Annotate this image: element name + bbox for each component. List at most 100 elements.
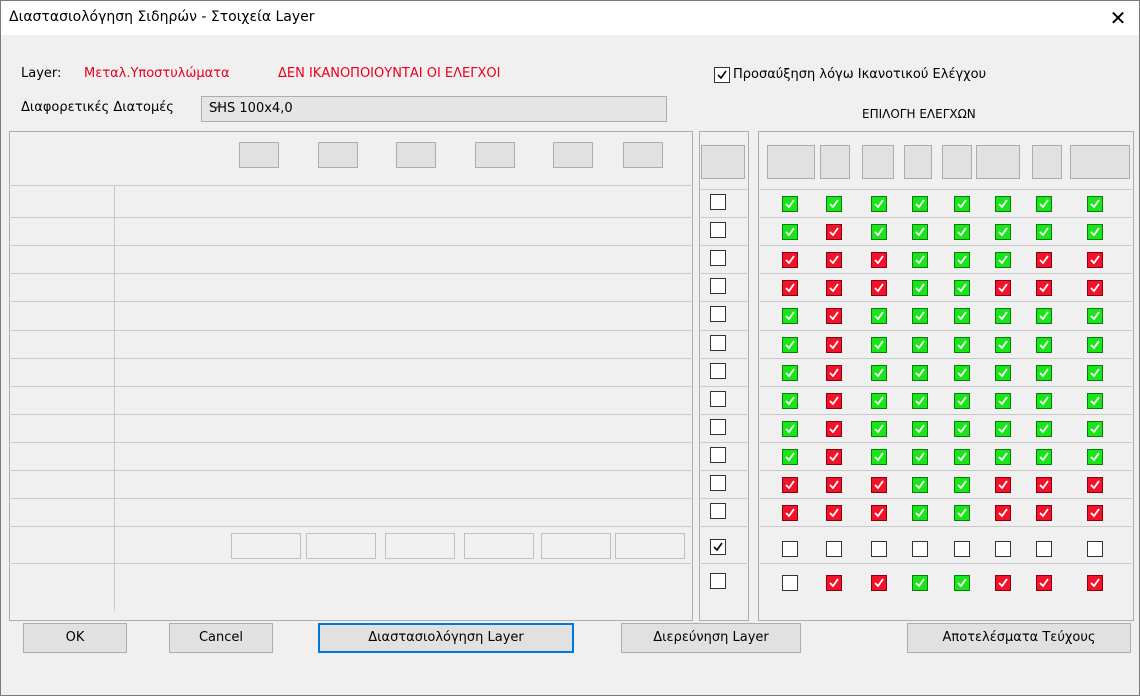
oxi-checkbox[interactable]: [710, 362, 726, 379]
check-cell-checkbox[interactable]: [995, 252, 1011, 269]
check-cell-checkbox[interactable]: [871, 252, 887, 269]
check-cell-checkbox[interactable]: [995, 420, 1011, 437]
check-cell-checkbox[interactable]: [912, 364, 928, 381]
check-cell-checkbox[interactable]: [1087, 420, 1103, 437]
user-value-input[interactable]: [231, 533, 301, 560]
check-cell-checkbox[interactable]: [912, 196, 928, 212]
design-layer-button[interactable]: Διαστασιολόγηση Layer: [318, 623, 574, 653]
check-cell-checkbox[interactable]: [995, 280, 1011, 297]
check-cell-checkbox[interactable]: [1036, 224, 1052, 241]
check-cell-checkbox[interactable]: [954, 364, 970, 381]
check-cell-checkbox[interactable]: [995, 196, 1011, 212]
check-cell-checkbox[interactable]: [1087, 280, 1103, 297]
check-cell-checkbox[interactable]: [912, 420, 928, 437]
close-icon[interactable]: ✕: [1103, 4, 1133, 32]
check-cell-checkbox[interactable]: [871, 448, 887, 465]
check-cell-checkbox[interactable]: [871, 280, 887, 297]
check-cell-checkbox[interactable]: [995, 392, 1011, 409]
check-cell-checkbox[interactable]: [954, 392, 970, 409]
check-cell-checkbox[interactable]: [826, 308, 842, 325]
check-cell-checkbox[interactable]: [782, 392, 798, 409]
check-cell-checkbox[interactable]: [954, 224, 970, 241]
check-cell-checkbox[interactable]: [912, 224, 928, 241]
sort-vy-button[interactable]: [318, 142, 358, 168]
check-cell-checkbox[interactable]: [1036, 336, 1052, 353]
check-m-n-button[interactable]: [976, 145, 1020, 179]
user-value-input[interactable]: [306, 533, 376, 560]
check-cell-checkbox[interactable]: [954, 280, 970, 297]
check-cell-checkbox[interactable]: [782, 196, 798, 212]
check-cell-checkbox[interactable]: [1036, 420, 1052, 437]
check-cell-checkbox[interactable]: [995, 336, 1011, 353]
sort-mx-button[interactable]: [475, 142, 515, 168]
check-cell-checkbox[interactable]: [995, 224, 1011, 241]
check-cell-checkbox[interactable]: [782, 336, 798, 353]
oxi-checkbox[interactable]: [710, 306, 726, 323]
group-check-checkbox[interactable]: [782, 575, 798, 592]
sort-mz-button[interactable]: [623, 142, 663, 168]
check-cell-checkbox[interactable]: [826, 336, 842, 353]
oxi-checkbox[interactable]: [710, 475, 726, 491]
check-cell-checkbox[interactable]: [782, 505, 798, 522]
ok-button[interactable]: OK: [23, 623, 127, 653]
check-cell-checkbox[interactable]: [1036, 308, 1052, 325]
check-cell-checkbox[interactable]: [912, 392, 928, 409]
check-cell-checkbox[interactable]: [1036, 196, 1052, 212]
user-check-checkbox[interactable]: [782, 541, 798, 558]
check-cell-checkbox[interactable]: [782, 448, 798, 465]
check-cell-checkbox[interactable]: [1087, 364, 1103, 381]
check-cell-checkbox[interactable]: [995, 364, 1011, 381]
check-cell-checkbox[interactable]: [1087, 308, 1103, 325]
sections-select[interactable]: SHS 100x4,0 ﹀: [201, 96, 667, 122]
user-check-checkbox[interactable]: [826, 541, 842, 558]
oxi-checkbox[interactable]: [710, 390, 726, 407]
user-check-checkbox[interactable]: [871, 541, 887, 558]
check-cell-checkbox[interactable]: [912, 280, 928, 297]
oxi-checkbox[interactable]: [710, 250, 726, 267]
check-cell-checkbox[interactable]: [871, 364, 887, 381]
check-cell-checkbox[interactable]: [1087, 477, 1103, 493]
check-cell-checkbox[interactable]: [1087, 392, 1103, 409]
group-check-checkbox[interactable]: [912, 575, 928, 592]
group-check-checkbox[interactable]: [1036, 575, 1052, 592]
check-cell-checkbox[interactable]: [782, 252, 798, 269]
user-check-checkbox[interactable]: [995, 541, 1011, 558]
oxi-checkbox[interactable]: [710, 418, 726, 435]
check-cell-checkbox[interactable]: [954, 477, 970, 493]
check-cell-checkbox[interactable]: [782, 224, 798, 241]
check-cell-checkbox[interactable]: [912, 252, 928, 269]
user-check-checkbox[interactable]: [912, 541, 928, 558]
group-check-checkbox[interactable]: [995, 575, 1011, 592]
check-cell-checkbox[interactable]: [1036, 448, 1052, 465]
check-cell-checkbox[interactable]: [954, 336, 970, 353]
check-cell-checkbox[interactable]: [1036, 280, 1052, 297]
check-cell-checkbox[interactable]: [871, 392, 887, 409]
check-cell-checkbox[interactable]: [954, 505, 970, 522]
check-cell-checkbox[interactable]: [782, 280, 798, 297]
check-cell-checkbox[interactable]: [954, 308, 970, 325]
check-cell-checkbox[interactable]: [782, 364, 798, 381]
oxi-checkbox[interactable]: [710, 194, 726, 210]
cancel-button[interactable]: Cancel: [169, 623, 273, 653]
sort-vz-button[interactable]: [396, 142, 436, 168]
check-cell-checkbox[interactable]: [1036, 252, 1052, 269]
check-cell-checkbox[interactable]: [912, 336, 928, 353]
group-oxi-checkbox[interactable]: [710, 573, 726, 590]
check-cell-checkbox[interactable]: [826, 280, 842, 297]
check-auto-button[interactable]: [767, 145, 815, 179]
check-cell-checkbox[interactable]: [954, 196, 970, 212]
check-cell-checkbox[interactable]: [826, 196, 842, 212]
user-oxi-checkbox[interactable]: [710, 539, 726, 556]
check-cell-checkbox[interactable]: [782, 420, 798, 437]
check-cell-checkbox[interactable]: [871, 336, 887, 353]
check-cell-checkbox[interactable]: [826, 392, 842, 409]
user-value-input[interactable]: [615, 533, 685, 560]
check-cell-checkbox[interactable]: [871, 505, 887, 522]
group-check-checkbox[interactable]: [1087, 575, 1103, 592]
check-cell-checkbox[interactable]: [826, 505, 842, 522]
check-cell-checkbox[interactable]: [1036, 392, 1052, 409]
check-cell-checkbox[interactable]: [1087, 196, 1103, 212]
group-check-checkbox[interactable]: [871, 575, 887, 592]
user-value-input[interactable]: [385, 533, 455, 560]
check-cell-checkbox[interactable]: [995, 448, 1011, 465]
